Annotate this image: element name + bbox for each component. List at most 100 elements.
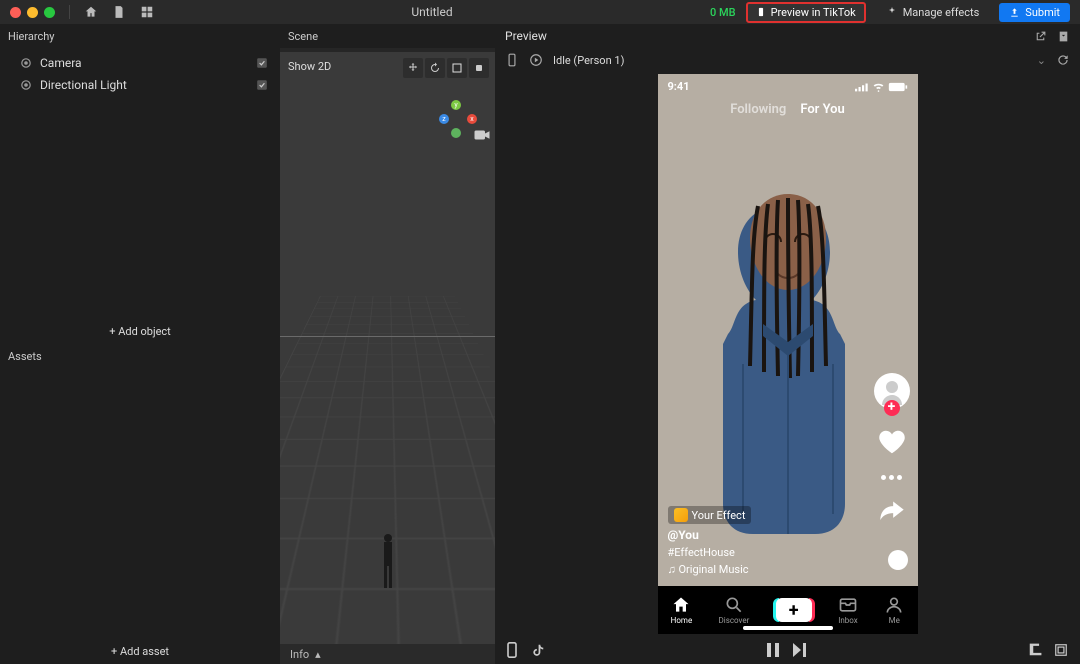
object-icon bbox=[20, 79, 32, 91]
axis-z-icon[interactable]: z bbox=[439, 114, 449, 124]
manage-effects-label: Manage effects bbox=[903, 6, 980, 19]
refresh-icon[interactable] bbox=[1056, 53, 1070, 67]
document-icon[interactable] bbox=[112, 5, 126, 19]
phone-icon bbox=[756, 7, 766, 17]
feed-tabs: Following For You bbox=[658, 102, 918, 117]
hierarchy-item-label: Directional Light bbox=[40, 78, 127, 92]
horizon-line bbox=[280, 336, 495, 337]
toolbar-icons bbox=[69, 5, 154, 19]
visibility-checkbox[interactable] bbox=[256, 57, 268, 69]
hierarchy-item-light[interactable]: Directional Light bbox=[0, 74, 280, 96]
info-bar[interactable]: Info ▴ bbox=[280, 644, 495, 664]
rect-tool[interactable] bbox=[469, 58, 489, 78]
preview-header: Preview bbox=[505, 29, 547, 43]
hashtag[interactable]: #EffectHouse bbox=[668, 546, 752, 559]
nav-me[interactable]: Me bbox=[884, 595, 904, 625]
username[interactable]: @You bbox=[668, 528, 752, 542]
scene-viewport[interactable]: Show 2D y x z bbox=[280, 52, 495, 644]
nav-inbox[interactable]: Inbox bbox=[838, 595, 858, 625]
chevron-up-icon: ▴ bbox=[315, 648, 321, 661]
home-icon[interactable] bbox=[84, 5, 98, 19]
home-icon bbox=[671, 595, 691, 615]
add-asset-button[interactable]: + Add asset bbox=[0, 639, 280, 664]
minimize-window-icon[interactable] bbox=[27, 7, 38, 18]
assets-panel: Assets + Add asset bbox=[0, 344, 280, 664]
assets-header: Assets bbox=[0, 344, 280, 368]
close-window-icon[interactable] bbox=[10, 7, 21, 18]
tab-following[interactable]: Following bbox=[730, 102, 786, 117]
scale-tool[interactable] bbox=[447, 58, 467, 78]
scene-figure-placeholder bbox=[379, 532, 397, 592]
follow-plus-icon[interactable]: + bbox=[884, 400, 900, 416]
submit-label: Submit bbox=[1025, 6, 1060, 19]
assets-body[interactable] bbox=[0, 368, 280, 639]
phone-status-bar: 9:41 bbox=[668, 80, 908, 93]
tiktok-icon[interactable] bbox=[531, 643, 545, 657]
move-tool[interactable] bbox=[403, 58, 423, 78]
project-title: Untitled bbox=[154, 5, 710, 19]
visibility-checkbox[interactable] bbox=[256, 79, 268, 91]
upload-icon bbox=[1009, 7, 1020, 18]
import-icon[interactable] bbox=[1057, 30, 1070, 43]
preview-in-tiktok-button[interactable]: Preview in TikTok bbox=[746, 2, 866, 23]
chevron-down-icon: ⌄ bbox=[1037, 54, 1046, 67]
tab-for-you[interactable]: For You bbox=[800, 102, 844, 117]
submit-button[interactable]: Submit bbox=[999, 3, 1070, 22]
hierarchy-item-camera[interactable]: Camera bbox=[0, 52, 280, 74]
home-indicator bbox=[743, 626, 833, 630]
hierarchy-panel: Hierarchy Camera Directional Light + Add… bbox=[0, 24, 280, 344]
info-label: Info bbox=[290, 648, 309, 661]
panels-icon[interactable] bbox=[140, 5, 154, 19]
profile-icon bbox=[884, 595, 904, 615]
share-icon[interactable] bbox=[878, 498, 906, 526]
crop-icon[interactable] bbox=[1028, 643, 1042, 657]
inbox-icon bbox=[838, 595, 858, 615]
status-time: 9:41 bbox=[668, 80, 690, 93]
maximize-window-icon[interactable] bbox=[44, 7, 55, 18]
nav-discover[interactable]: Discover bbox=[719, 595, 750, 625]
file-size-label: 0 MB bbox=[710, 6, 736, 19]
battery-icon bbox=[888, 82, 908, 92]
preview-panel: Preview Idle (Person 1) ⌄ 9:41 bbox=[495, 24, 1080, 664]
add-object-button[interactable]: + Add object bbox=[0, 319, 280, 344]
effect-badge[interactable]: Your Effect bbox=[668, 506, 752, 524]
like-icon[interactable] bbox=[877, 427, 907, 457]
sound-disc[interactable] bbox=[888, 550, 908, 570]
preview-mode-dropdown[interactable]: Idle (Person 1) ⌄ bbox=[553, 54, 1046, 67]
pause-icon[interactable] bbox=[767, 643, 779, 657]
hierarchy-header: Hierarchy bbox=[0, 24, 280, 48]
manage-effects-button[interactable]: Manage effects bbox=[876, 3, 990, 22]
device-icon[interactable] bbox=[505, 53, 519, 67]
object-icon bbox=[20, 57, 32, 69]
popout-icon[interactable] bbox=[1034, 30, 1047, 43]
orientation-gizmo[interactable]: y x z bbox=[441, 108, 471, 138]
profile-avatar[interactable]: + bbox=[874, 373, 910, 409]
axis-x-icon[interactable]: x bbox=[467, 114, 477, 124]
signal-icon bbox=[855, 82, 869, 92]
axis-neg-icon[interactable] bbox=[451, 128, 461, 138]
preview-mode-label: Idle (Person 1) bbox=[553, 54, 624, 67]
play-preview-icon[interactable] bbox=[529, 53, 543, 67]
device-toggle-icon[interactable] bbox=[507, 642, 517, 658]
nav-home[interactable]: Home bbox=[671, 595, 693, 625]
next-frame-icon[interactable] bbox=[793, 643, 807, 657]
titlebar: Untitled 0 MB Preview in TikTok Manage e… bbox=[0, 0, 1080, 24]
scene-header: Scene bbox=[280, 24, 495, 48]
playback-bar bbox=[495, 636, 1080, 664]
phone-preview: 9:41 Following For You bbox=[658, 74, 918, 634]
search-icon bbox=[724, 595, 744, 615]
preview-button-label: Preview in TikTok bbox=[771, 6, 856, 19]
side-actions: + bbox=[874, 373, 910, 526]
nav-create[interactable]: + bbox=[776, 598, 812, 622]
show-2d-toggle[interactable]: Show 2D bbox=[288, 60, 331, 73]
effect-icon bbox=[674, 508, 688, 522]
comment-icon[interactable] bbox=[881, 475, 902, 480]
camera-icon[interactable] bbox=[473, 128, 491, 142]
rotate-tool[interactable] bbox=[425, 58, 445, 78]
axis-y-icon[interactable]: y bbox=[451, 100, 461, 110]
music-row[interactable]: ♫ Original Music bbox=[668, 563, 752, 576]
wifi-icon bbox=[872, 82, 885, 92]
plus-icon: + bbox=[789, 600, 799, 621]
window-controls[interactable] bbox=[10, 7, 55, 18]
aspect-icon[interactable] bbox=[1054, 643, 1068, 657]
